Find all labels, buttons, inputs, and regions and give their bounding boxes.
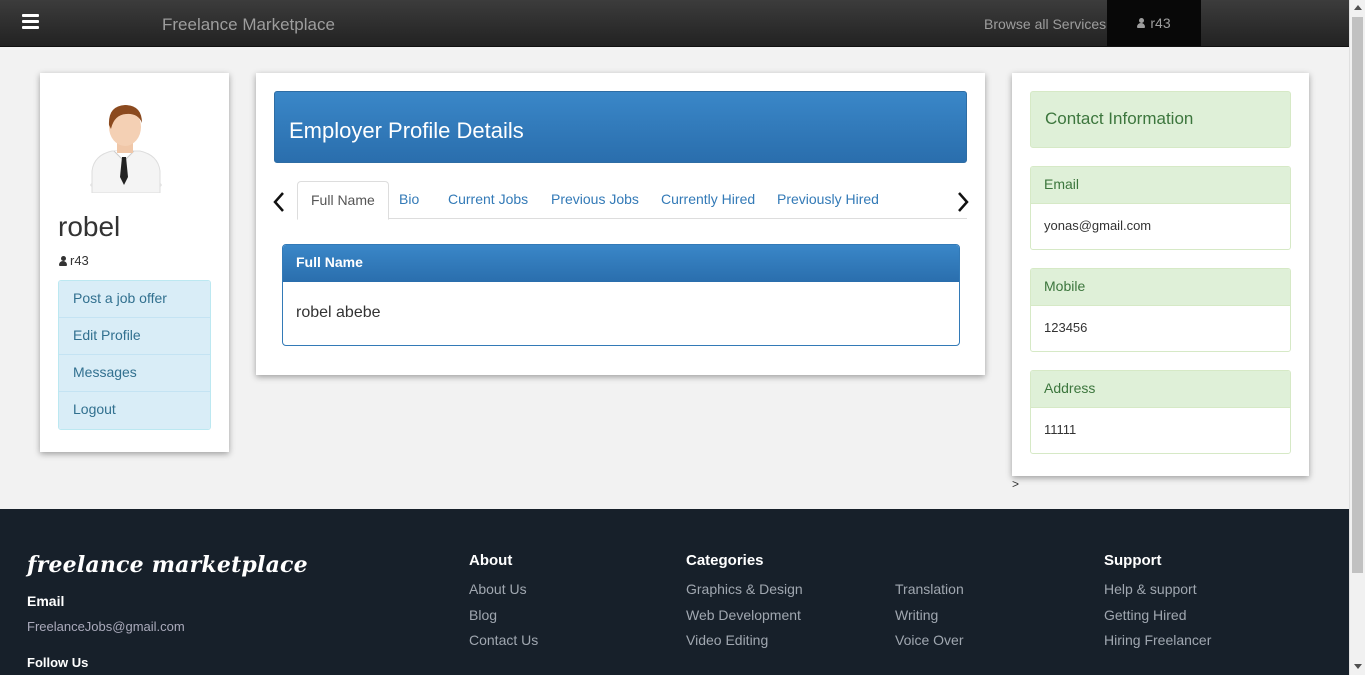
- footer-link-graphics-design[interactable]: Graphics & Design: [686, 581, 803, 597]
- employer-header: Employer Profile Details: [274, 91, 967, 163]
- chevron-right-icon[interactable]: [956, 190, 970, 214]
- scroll-down-icon[interactable]: [1354, 664, 1362, 669]
- footer: freelance marketplace Email FreelanceJob…: [0, 509, 1349, 675]
- employer-profile-card: Employer Profile Details Full Name Bio C…: [256, 73, 985, 375]
- footer-link-blog[interactable]: Blog: [469, 607, 497, 623]
- navbar-brand[interactable]: Freelance Marketplace: [162, 15, 335, 35]
- footer-link-voice-over[interactable]: Voice Over: [895, 632, 963, 648]
- footer-link-writing[interactable]: Writing: [895, 607, 938, 623]
- address-value: 11111: [1044, 422, 1077, 437]
- employer-tabs: Full Name Bio Current Jobs Previous Jobs…: [297, 181, 967, 220]
- tab-full-name[interactable]: Full Name: [297, 181, 389, 220]
- footer-support-heading: Support: [1104, 552, 1162, 569]
- footer-link-contact-us[interactable]: Contact Us: [469, 632, 538, 648]
- full-name-panel-title: Full Name: [283, 245, 959, 282]
- footer-link-hiring-freelancer[interactable]: Hiring Freelancer: [1104, 632, 1211, 648]
- mobile-value: 123456: [1044, 320, 1088, 335]
- footer-link-about-us[interactable]: About Us: [469, 581, 527, 597]
- profile-card: robel r43 Post a job offer Edit Profile …: [40, 73, 229, 452]
- full-name-value: robel abebe: [296, 304, 381, 321]
- email-value: yonas@gmail.com: [1044, 218, 1152, 233]
- employer-title: Employer Profile Details: [289, 118, 524, 143]
- contact-title: Contact Information: [1030, 91, 1291, 148]
- tab-currently-hired[interactable]: Currently Hired: [661, 181, 755, 219]
- avatar: [90, 105, 162, 193]
- footer-follow-label: Follow Us: [27, 655, 89, 670]
- scroll-up-icon[interactable]: [1354, 5, 1362, 10]
- contact-card: Contact Information Email yonas@gmail.co…: [1012, 73, 1309, 476]
- profile-menu: Post a job offer Edit Profile Messages L…: [58, 280, 211, 430]
- browse-services-link[interactable]: Browse all Services: [984, 16, 1106, 32]
- top-navbar: Freelance Marketplace Browse all Service…: [0, 0, 1349, 47]
- footer-email-label: Email: [27, 593, 65, 609]
- mobile-panel: Mobile 123456: [1030, 268, 1291, 352]
- user-icon: [59, 255, 67, 266]
- footer-brand: freelance marketplace: [27, 552, 308, 578]
- hamburger-menu-icon[interactable]: [22, 14, 39, 29]
- page-scrollbar[interactable]: [1349, 0, 1365, 675]
- profile-name: robel: [58, 211, 121, 242]
- footer-about-heading: About: [469, 552, 513, 569]
- tab-previous-jobs[interactable]: Previous Jobs: [551, 181, 639, 219]
- tab-current-jobs[interactable]: Current Jobs: [448, 181, 528, 219]
- footer-link-translation[interactable]: Translation: [895, 581, 964, 597]
- email-label: Email: [1031, 167, 1290, 204]
- post-job-offer-link[interactable]: Post a job offer: [59, 281, 210, 318]
- footer-link-web-development[interactable]: Web Development: [686, 607, 801, 623]
- email-panel: Email yonas@gmail.com: [1030, 166, 1291, 250]
- footer-email-value[interactable]: FreelanceJobs@gmail.com: [27, 619, 185, 634]
- tab-bio[interactable]: Bio: [399, 181, 419, 219]
- chevron-left-icon[interactable]: [272, 190, 286, 214]
- messages-link[interactable]: Messages: [59, 355, 210, 392]
- address-label: Address: [1031, 371, 1290, 408]
- footer-link-video-editing[interactable]: Video Editing: [686, 632, 768, 648]
- profile-username: r43: [59, 253, 89, 268]
- tab-previously-hired[interactable]: Previously Hired: [777, 181, 879, 219]
- stray-text: >: [1012, 477, 1020, 491]
- footer-categories-heading: Categories: [686, 552, 764, 569]
- scroll-thumb[interactable]: [1352, 17, 1363, 573]
- full-name-panel: Full Name robel abebe: [282, 244, 960, 346]
- profile-username-text: r43: [70, 253, 89, 268]
- address-panel: Address 11111: [1030, 370, 1291, 454]
- footer-link-help-support[interactable]: Help & support: [1104, 581, 1197, 597]
- logout-link[interactable]: Logout: [59, 392, 210, 429]
- navbar-user-menu[interactable]: r43: [1107, 0, 1201, 46]
- mobile-label: Mobile: [1031, 269, 1290, 306]
- footer-link-getting-hired[interactable]: Getting Hired: [1104, 607, 1186, 623]
- user-icon: [1137, 18, 1146, 28]
- edit-profile-link[interactable]: Edit Profile: [59, 318, 210, 355]
- navbar-username: r43: [1150, 15, 1171, 31]
